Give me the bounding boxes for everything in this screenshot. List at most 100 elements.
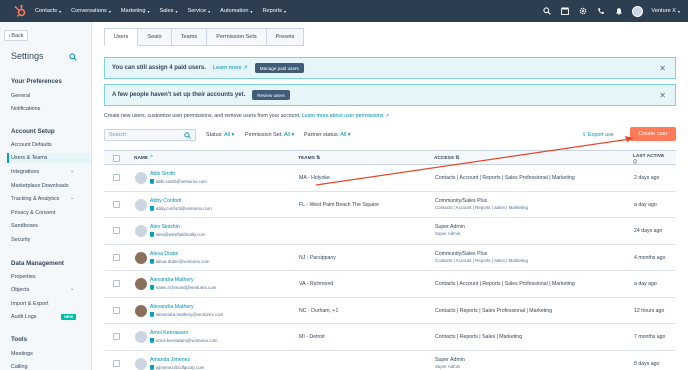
chevron-down-icon[interactable]: ⌄ bbox=[70, 195, 74, 201]
row-checkbox[interactable] bbox=[113, 200, 120, 208]
bell-icon[interactable] bbox=[614, 6, 624, 16]
close-icon[interactable]: ✕ bbox=[659, 91, 666, 100]
chevron-down-icon: ▾ bbox=[677, 8, 680, 14]
sidebar-item-import-export[interactable]: Import & Export bbox=[11, 301, 48, 307]
search-icon[interactable] bbox=[69, 53, 77, 61]
row-checkbox[interactable] bbox=[113, 253, 120, 261]
tab-users[interactable]: Users bbox=[104, 28, 138, 46]
column-last-active[interactable]: LAST ACTIVE ⓘ bbox=[633, 151, 664, 166]
user-access-detail: Super Admin bbox=[435, 231, 461, 236]
user-access: Contacts | Reports | Sales | Marketing bbox=[435, 334, 523, 340]
sidebar-item-integrations[interactable]: Integrations bbox=[11, 169, 39, 175]
table-row[interactable]: Alexa Drake alexa.drake@venturex.com NJ - … bbox=[104, 245, 676, 271]
user-name-link[interactable]: Alexandra Mathery bbox=[150, 277, 194, 283]
review-users-button[interactable]: Review users bbox=[252, 90, 290, 100]
nav-automation[interactable]: Automation ▾ bbox=[220, 8, 252, 14]
sidebar-item-account-defaults[interactable]: Account Defaults bbox=[11, 142, 52, 148]
table-row[interactable]: Amanda Jimenez ajimenez@cdfgcorp.com Super… bbox=[104, 351, 676, 370]
table-row[interactable]: Abbi Smith abbi.smith@venturex.com MA - Ho… bbox=[104, 165, 676, 192]
sidebar-item-tracking-analytics[interactable]: Tracking & Analytics bbox=[11, 196, 59, 202]
sidebar-item-calling[interactable]: Calling bbox=[11, 364, 27, 370]
marketplace-icon[interactable] bbox=[560, 6, 570, 16]
search-input[interactable]: Search bbox=[104, 129, 196, 141]
tab-presets[interactable]: Presets bbox=[267, 28, 304, 46]
row-checkbox[interactable] bbox=[113, 227, 120, 234]
row-checkbox[interactable] bbox=[113, 333, 120, 340]
table-row[interactable]: Alex Sinishin alex@westfieldrealty.com Sup… bbox=[104, 218, 676, 245]
shield-icon bbox=[150, 179, 154, 184]
sidebar-item-privacy-consent[interactable]: Privacy & Consent bbox=[11, 210, 55, 216]
sidebar-item-notifications[interactable]: Notifications bbox=[11, 106, 40, 112]
sidebar-item-users-teams[interactable]: Users & Teams bbox=[7, 153, 91, 163]
phone-icon[interactable] bbox=[596, 6, 606, 16]
column-access[interactable]: ACCESS ⇅ bbox=[434, 151, 459, 166]
user-access: Community/Sales Plus bbox=[435, 197, 488, 204]
account-menu[interactable]: Venture X ▾ bbox=[651, 8, 680, 14]
create-user-button[interactable]: Create user bbox=[630, 127, 676, 141]
nav-contacts[interactable]: Contacts ▾ bbox=[35, 8, 61, 14]
user-name-link[interactable]: Alexandra Mathery bbox=[150, 304, 194, 310]
settings-sidebar: ‹ Back Settings Your Preferences General … bbox=[0, 22, 92, 370]
user-name-link[interactable]: Alexa Drake bbox=[150, 251, 178, 257]
row-checkbox[interactable] bbox=[113, 280, 120, 287]
partner-status-filter[interactable]: Partner status: All ▾ bbox=[304, 132, 350, 138]
gear-icon[interactable] bbox=[578, 6, 588, 16]
table-row[interactable]: Alexandra Mathery sales.richmond@venturex… bbox=[104, 271, 676, 298]
user-name-link[interactable]: Alex Sinishin bbox=[150, 224, 180, 230]
user-email: alex@westfieldrealty.com bbox=[150, 232, 206, 237]
chevron-down-icon[interactable]: ⌄ bbox=[70, 286, 74, 292]
user-access: Contacts | Account | Reports | Sales Pro… bbox=[435, 175, 575, 181]
user-name-link[interactable]: Abbi Smith bbox=[150, 171, 175, 177]
sidebar-item-sandboxes[interactable]: Sandboxes bbox=[11, 223, 38, 229]
nav-service[interactable]: Service ▾ bbox=[187, 8, 210, 14]
user-avatar[interactable] bbox=[632, 5, 644, 17]
chevron-left-icon: ‹ bbox=[8, 32, 11, 39]
nav-sales[interactable]: Sales ▾ bbox=[159, 8, 177, 14]
status-filter[interactable]: Status: All ▾ bbox=[206, 132, 234, 138]
user-team: VA - Richmond bbox=[299, 281, 334, 287]
table-row[interactable]: Amol Keerawani amol.keerawani@venturex.co… bbox=[104, 324, 676, 351]
sidebar-item-marketplace-downloads[interactable]: Marketplace Downloads bbox=[11, 183, 69, 189]
sort-icon: ⇅ bbox=[455, 156, 460, 161]
row-checkbox[interactable] bbox=[113, 174, 120, 181]
user-name-link[interactable]: Amanda Jimenez bbox=[150, 357, 190, 363]
permission-set-filter[interactable]: Permission Set: All ▾ bbox=[245, 132, 294, 138]
banner-text: A few people haven't set up their accoun… bbox=[112, 92, 246, 98]
chevron-down-icon[interactable]: ⌄ bbox=[70, 168, 74, 174]
manage-paid-users-button[interactable]: Manage paid users bbox=[254, 63, 304, 73]
user-last-active: a day ago bbox=[634, 201, 657, 208]
shield-icon bbox=[150, 285, 154, 290]
table-row[interactable]: Alexandra Mathery alexandra.mathery@ventu… bbox=[104, 298, 676, 324]
sidebar-item-objects[interactable]: Objects bbox=[11, 287, 29, 293]
sidebar-item-audit-logs[interactable]: Audit Logs bbox=[11, 314, 36, 320]
tab-permission-sets[interactable]: Permission Sets bbox=[207, 28, 267, 46]
nav-reports[interactable]: Reports ▾ bbox=[262, 8, 286, 14]
tab-seats[interactable]: Seats bbox=[138, 28, 172, 46]
hubspot-logo-icon[interactable] bbox=[13, 4, 27, 18]
chevron-down-icon: ▾ bbox=[108, 8, 111, 14]
nav-conversations[interactable]: Conversations ▾ bbox=[71, 8, 111, 14]
search-icon[interactable] bbox=[542, 6, 552, 16]
export-users-button[interactable]: ⇪ Export use bbox=[582, 132, 614, 138]
back-button[interactable]: ‹ Back bbox=[4, 30, 28, 41]
nav-marketing[interactable]: Marketing ▾ bbox=[121, 8, 150, 14]
user-email: alexa.drake@venturex.com bbox=[150, 258, 210, 264]
select-all-checkbox[interactable] bbox=[113, 155, 120, 162]
learn-more-link[interactable]: Learn more ↗ bbox=[213, 65, 248, 71]
shield-icon bbox=[150, 258, 154, 264]
row-checkbox[interactable] bbox=[113, 306, 120, 314]
sidebar-item-properties[interactable]: Properties bbox=[11, 274, 36, 280]
sidebar-item-general[interactable]: General bbox=[11, 93, 30, 99]
column-teams[interactable]: TEAMS ⇅ bbox=[298, 151, 320, 166]
permissions-learn-more-link[interactable]: Learn more about user permissions ↗ bbox=[302, 113, 389, 119]
column-name[interactable]: NAME ⌃ bbox=[134, 151, 154, 166]
user-name-link[interactable]: Amol Keerawani bbox=[150, 330, 188, 336]
tab-teams[interactable]: Teams bbox=[172, 28, 207, 46]
close-icon[interactable]: ✕ bbox=[659, 64, 666, 73]
table-row[interactable]: Abby Conforti abby.conforti@venturex.com F… bbox=[104, 192, 676, 218]
sidebar-item-security[interactable]: Security bbox=[11, 237, 30, 243]
user-name-link[interactable]: Abby Conforti bbox=[150, 198, 181, 204]
sidebar-item-meetings[interactable]: Meetings bbox=[11, 351, 33, 357]
row-checkbox[interactable] bbox=[113, 359, 120, 367]
top-navigation: Contacts ▾ Conversations ▾ Marketing ▾ Sale… bbox=[0, 0, 688, 22]
